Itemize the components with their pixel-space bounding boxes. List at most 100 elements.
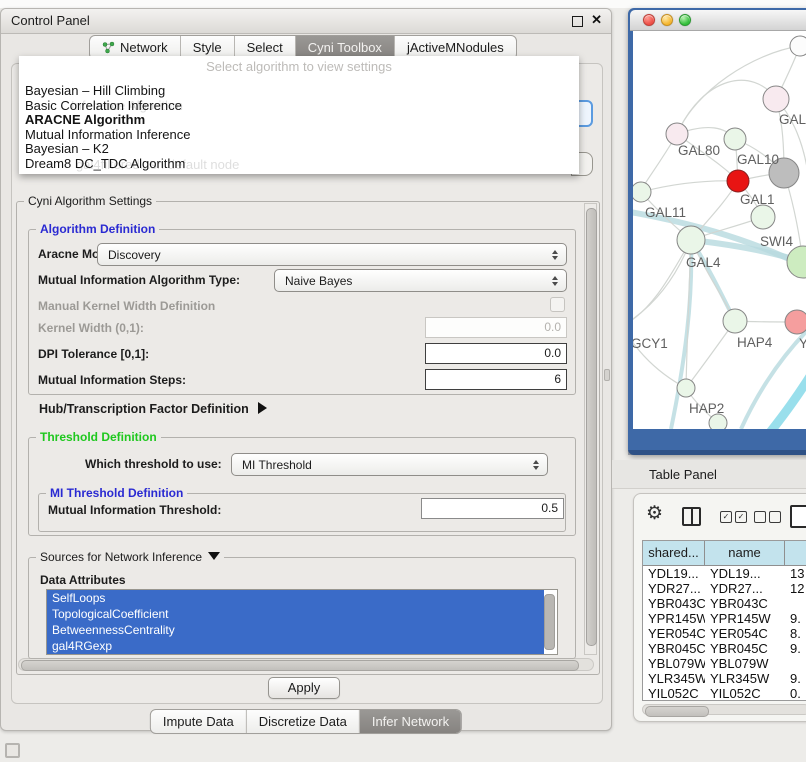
algorithm-option[interactable]: Dream8 DC_TDC Algorithm bbox=[22, 157, 576, 172]
mi-algorithm-type-select[interactable]: Naive Bayes bbox=[274, 269, 567, 292]
tab-label: Style bbox=[193, 40, 222, 55]
settings-vertical-scrollbar[interactable] bbox=[584, 203, 597, 655]
aracne-mode-select[interactable]: Discovery bbox=[97, 243, 567, 266]
network-node-gal4[interactable] bbox=[677, 226, 705, 254]
network-node-y[interactable] bbox=[785, 310, 806, 334]
export-table-icon[interactable] bbox=[790, 505, 806, 528]
tab-label: Select bbox=[247, 40, 283, 55]
column-header[interactable]: shared... bbox=[643, 541, 705, 566]
network-node-hap4[interactable] bbox=[723, 309, 747, 333]
network-canvas[interactable]: GALGAL80GAL10GAL1GAL11SWI4GAL4GCY1HAP4YH… bbox=[633, 31, 806, 429]
close-icon[interactable]: ✕ bbox=[591, 12, 602, 28]
float-icon[interactable] bbox=[572, 16, 583, 27]
algorithm-option-list: Bayesian – Hill ClimbingBasic Correlatio… bbox=[22, 84, 576, 172]
table-horizontal-scrollbar[interactable] bbox=[642, 704, 806, 715]
node-label: GAL11 bbox=[645, 205, 686, 220]
network-node-gal10[interactable] bbox=[724, 128, 746, 150]
table-row[interactable]: YBR045CYBR045C9. bbox=[643, 641, 806, 656]
select-all-icon[interactable] bbox=[720, 511, 747, 523]
table-row[interactable]: YBL079WYBL079W bbox=[643, 656, 806, 671]
algorithm-option[interactable]: ARACNE Algorithm bbox=[22, 113, 576, 128]
network-node-gal11[interactable] bbox=[633, 182, 651, 202]
selected-value: MI Threshold bbox=[242, 458, 528, 472]
table-body: YDL19...YDL19...13YDR27...YDR27...12YBR0… bbox=[643, 566, 806, 701]
list-scrollbar-thumb[interactable] bbox=[544, 594, 555, 650]
algorithm-option[interactable]: Basic Correlation Inference bbox=[22, 99, 576, 114]
table-row[interactable]: YDR27...YDR27...12 bbox=[643, 581, 806, 596]
tab-discretize-data[interactable]: Discretize Data bbox=[246, 710, 359, 733]
table-row[interactable]: YIL052CYIL052C0. bbox=[643, 686, 806, 701]
table-cell: 13 bbox=[785, 566, 806, 581]
network-node-gal1[interactable] bbox=[727, 170, 749, 192]
table-cell: 0. bbox=[785, 686, 806, 701]
tab-infer-network[interactable]: Infer Network bbox=[359, 710, 461, 733]
table-row[interactable]: YPR145WYPR145W9. bbox=[643, 611, 806, 626]
splitter-handle[interactable] bbox=[604, 369, 610, 381]
column-header[interactable]: name bbox=[705, 541, 785, 566]
apply-button[interactable]: Apply bbox=[268, 677, 340, 699]
settings-horizontal-scrollbar[interactable] bbox=[18, 658, 594, 671]
network-node-gal80[interactable] bbox=[666, 123, 688, 145]
data-attribute-item[interactable]: gal4RGexp bbox=[47, 638, 544, 654]
checked-box-icon bbox=[720, 511, 732, 523]
table-panel-titlebar[interactable]: Table Panel bbox=[612, 460, 806, 489]
mi-steps-field[interactable]: 6 bbox=[425, 369, 567, 390]
group-title: Threshold Definition bbox=[36, 430, 161, 445]
node-table: shared...nameA YDL19...YDL19...13YDR27..… bbox=[642, 540, 806, 701]
control-panel-titlebar[interactable]: Control Panel ✕ bbox=[1, 9, 611, 34]
split-columns-icon[interactable] bbox=[682, 507, 701, 526]
network-node-hap2[interactable] bbox=[677, 379, 695, 397]
data-attribute-item[interactable]: SelfLoops bbox=[47, 590, 544, 606]
network-graph[interactable]: GALGAL80GAL10GAL1GAL11SWI4GAL4GCY1HAP4YH… bbox=[633, 31, 806, 429]
network-node[interactable] bbox=[790, 36, 806, 56]
network-node-gal[interactable] bbox=[763, 86, 789, 112]
algorithm-option[interactable]: Bayesian – K2 bbox=[22, 142, 576, 157]
table-cell: YBR045C bbox=[643, 641, 705, 656]
tab-impute-data[interactable]: Impute Data bbox=[151, 710, 246, 733]
algorithm-option[interactable]: Bayesian – Hill Climbing bbox=[22, 84, 576, 99]
unchecked-box-icon bbox=[754, 511, 766, 523]
node-label: GCY1 bbox=[633, 336, 668, 351]
which-threshold-select[interactable]: MI Threshold bbox=[231, 453, 548, 476]
scrollbar-thumb[interactable] bbox=[586, 208, 597, 646]
dpi-tolerance-label: DPI Tolerance [0,1]: bbox=[38, 343, 149, 365]
data-attribute-item[interactable]: TopologicalCoefficient bbox=[47, 606, 544, 622]
close-window-icon[interactable] bbox=[643, 14, 655, 26]
tab-label: Infer Network bbox=[372, 714, 449, 729]
mi-threshold-field[interactable]: 0.5 bbox=[421, 498, 564, 519]
manual-kernel-checkbox[interactable] bbox=[550, 297, 565, 312]
column-header[interactable]: A bbox=[785, 541, 806, 566]
cyni-bottom-tabs: Impute DataDiscretize Data Infer Network bbox=[150, 709, 462, 734]
which-threshold-label: Which threshold to use: bbox=[85, 453, 222, 475]
scrollbar-thumb[interactable] bbox=[645, 706, 709, 717]
minimize-window-icon[interactable] bbox=[661, 14, 673, 26]
table-row[interactable]: YDL19...YDL19...13 bbox=[643, 566, 806, 581]
scrollbar-thumb[interactable] bbox=[21, 660, 579, 671]
network-node[interactable] bbox=[709, 414, 727, 429]
network-window-titlebar[interactable] bbox=[630, 10, 806, 31]
kernel-width-field[interactable]: 0.0 bbox=[425, 317, 567, 338]
network-node-swi4[interactable] bbox=[751, 205, 775, 229]
gear-icon[interactable]: ⚙ bbox=[646, 502, 663, 525]
network-node[interactable] bbox=[787, 246, 806, 278]
table-header-row: shared...nameA bbox=[643, 541, 806, 566]
minimized-panel-icon[interactable] bbox=[5, 743, 20, 758]
table-row[interactable]: YBR043CYBR043C bbox=[643, 596, 806, 611]
table-row[interactable]: YLR345WYLR345W9. bbox=[643, 671, 806, 686]
data-attribute-item[interactable]: BetweennessCentrality bbox=[47, 622, 544, 638]
hub-definition-expander[interactable]: Hub/Transcription Factor Definition bbox=[39, 400, 267, 418]
dpi-tolerance-field[interactable]: 0.0 bbox=[425, 343, 567, 364]
stepper-icon bbox=[528, 460, 544, 470]
node-label: GAL bbox=[779, 112, 806, 127]
table-row[interactable]: YER054CYER054C8. bbox=[643, 626, 806, 641]
node-label: GAL80 bbox=[678, 143, 720, 158]
zoom-window-icon[interactable] bbox=[679, 14, 691, 26]
tab-label: Cyni Toolbox bbox=[308, 40, 382, 55]
node-label: GAL10 bbox=[737, 152, 779, 167]
inference-algorithm-select-fragment[interactable] bbox=[577, 100, 593, 127]
table-cell: YER054C bbox=[643, 626, 705, 641]
sources-expander[interactable]: Sources for Network Inference bbox=[36, 550, 224, 565]
table-cell: YLR345W bbox=[705, 671, 785, 686]
deselect-all-icon[interactable] bbox=[754, 511, 781, 523]
algorithm-option[interactable]: Mutual Information Inference bbox=[22, 128, 576, 143]
